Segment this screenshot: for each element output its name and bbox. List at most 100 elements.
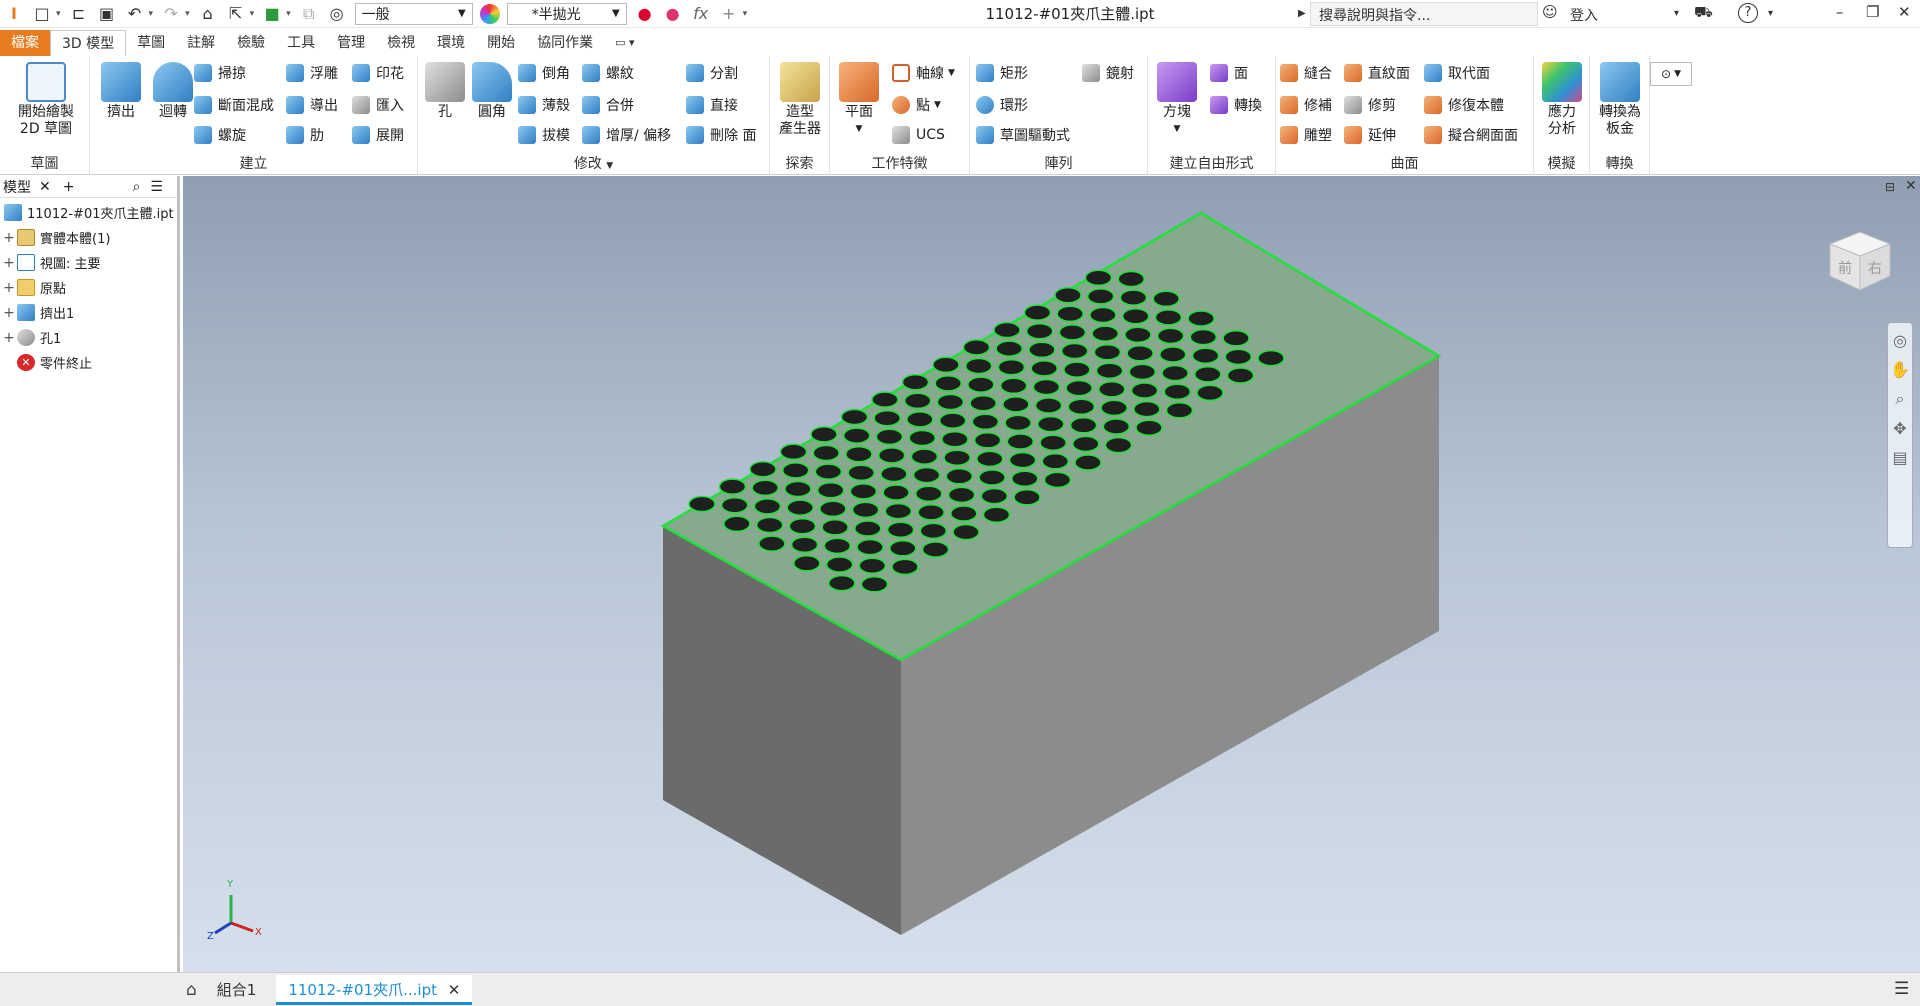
hole[interactable]	[932, 356, 960, 374]
hole[interactable]	[980, 487, 1009, 505]
hole[interactable]	[1030, 360, 1058, 377]
hole[interactable]	[912, 466, 941, 484]
revolve-button[interactable]: 迴轉	[146, 62, 200, 121]
hole[interactable]	[880, 465, 908, 483]
hole[interactable]	[816, 481, 845, 499]
hole[interactable]	[810, 426, 838, 443]
hole[interactable]	[823, 537, 852, 555]
start-2d-sketch-button[interactable]: 開始繪製 2D 草圖	[8, 62, 84, 138]
hole[interactable]	[964, 357, 993, 375]
inventor-pro-icon[interactable]: I	[3, 3, 25, 25]
hole[interactable]	[1034, 397, 1063, 414]
hole[interactable]	[1008, 451, 1037, 469]
hole[interactable]	[1025, 322, 1054, 340]
hole[interactable]	[941, 430, 969, 448]
hole[interactable]	[1060, 342, 1089, 360]
circular-pattern-button[interactable]: 環形	[976, 94, 1028, 116]
hole[interactable]	[1126, 345, 1154, 362]
hole[interactable]	[784, 480, 812, 498]
hole[interactable]	[921, 541, 950, 558]
box-freeform-button[interactable]: 方塊 ▼	[1152, 62, 1202, 138]
hole[interactable]	[952, 523, 980, 541]
hole[interactable]	[779, 443, 808, 461]
pan-icon[interactable]: ✋	[1890, 360, 1910, 379]
expand-icon[interactable]: +	[3, 230, 15, 246]
rectangular-pattern-button[interactable]: 矩形	[976, 62, 1028, 84]
hole[interactable]	[915, 485, 943, 502]
shell-button[interactable]: 薄殼	[518, 94, 570, 116]
hole[interactable]	[1226, 367, 1255, 384]
tree-item-solid-bodies[interactable]: + 實體本體(1)	[0, 225, 177, 250]
tabs-menu-icon[interactable]: ☰	[1894, 979, 1909, 999]
minimize-icon[interactable]: –	[1836, 3, 1844, 21]
hole[interactable]	[978, 469, 1006, 486]
tab-file[interactable]: 檔案	[0, 30, 50, 56]
clear-appearance-icon[interactable]: ●	[662, 3, 684, 25]
sweep-button[interactable]: 掃掠	[194, 62, 246, 84]
hole[interactable]	[1187, 310, 1215, 327]
hole[interactable]	[793, 555, 821, 572]
replace-face-button[interactable]: 取代面	[1424, 62, 1490, 84]
help-caret-icon[interactable]: ▾	[1768, 8, 1773, 19]
unfold-button[interactable]: 展開	[352, 124, 404, 146]
tree-item-part[interactable]: 11012-#01夾爪主體.ipt	[0, 200, 177, 225]
hole[interactable]	[1072, 435, 1100, 453]
home-tab-icon[interactable]: ⌂	[186, 980, 197, 1000]
hole[interactable]	[847, 464, 875, 482]
panel-title-modify[interactable]: 修改 ▼	[418, 153, 769, 173]
redo-caret-icon[interactable]: ▾	[185, 9, 190, 19]
model-canvas[interactable]	[183, 176, 1920, 972]
hole[interactable]	[995, 340, 1023, 357]
loft-button[interactable]: 斷面混成	[194, 94, 274, 116]
close-icon[interactable]: ✕	[1905, 178, 1917, 194]
zoom-icon[interactable]: ⌕	[1896, 389, 1905, 409]
hole[interactable]	[781, 462, 810, 479]
hole[interactable]	[889, 540, 917, 557]
hole[interactable]	[877, 447, 906, 464]
tab-3d-model[interactable]: 3D 模型	[50, 30, 127, 56]
hole[interactable]	[1100, 399, 1128, 417]
hole[interactable]	[947, 486, 976, 504]
hole[interactable]	[962, 339, 991, 356]
redo-icon[interactable]: ↷	[160, 3, 182, 25]
style-combo[interactable]: 一般 ▼	[354, 2, 473, 25]
hole[interactable]	[882, 484, 910, 501]
menu-icon[interactable]: ☰	[150, 179, 163, 195]
close-icon[interactable]: ✕	[39, 179, 51, 195]
doc-tab-assembly[interactable]: 組合1	[205, 975, 269, 1005]
hole[interactable]	[720, 496, 749, 514]
hole[interactable]	[936, 393, 965, 411]
hole[interactable]	[842, 427, 871, 444]
hole[interactable]	[1056, 305, 1084, 323]
hole[interactable]	[749, 460, 777, 478]
derive-button[interactable]: 導出	[286, 94, 338, 116]
stress-analysis-button[interactable]: 應力 分析	[1538, 62, 1586, 138]
hole[interactable]	[1002, 396, 1030, 413]
combine-button[interactable]: 合併	[582, 94, 634, 116]
convert-freeform-button[interactable]: 轉換	[1210, 94, 1262, 116]
hole[interactable]	[1163, 383, 1192, 400]
hole[interactable]	[938, 412, 967, 429]
hole[interactable]	[828, 574, 856, 592]
look-at-icon[interactable]: ▤	[1892, 448, 1907, 467]
tree-item-view[interactable]: + 視圖: 主要	[0, 250, 177, 275]
hole[interactable]	[1006, 433, 1035, 450]
hole[interactable]	[849, 483, 878, 500]
hole[interactable]	[967, 376, 995, 393]
hole[interactable]	[969, 394, 997, 412]
draft-button[interactable]: 拔模	[518, 124, 570, 146]
search-input[interactable]: 搜尋說明與指令...	[1310, 2, 1538, 26]
hole[interactable]	[790, 536, 819, 553]
sign-in-button[interactable]: 登入	[1570, 5, 1598, 25]
extrude-button[interactable]: 擠出	[96, 62, 146, 121]
hole[interactable]	[1154, 309, 1183, 326]
hole[interactable]	[1041, 453, 1070, 470]
tab-inspect[interactable]: 檢驗	[226, 30, 276, 56]
doc-tab-part[interactable]: 11012-#01夾爪...ipt ✕	[276, 974, 473, 1005]
hole[interactable]	[1191, 347, 1220, 364]
new-file-icon[interactable]: □	[31, 3, 53, 25]
ilogic-icon[interactable]: ⧉	[298, 3, 320, 25]
adjust-appearance-icon[interactable]: ●	[634, 3, 656, 25]
ucs-button[interactable]: UCS	[892, 124, 945, 146]
help-button[interactable]: ?	[1738, 3, 1758, 23]
